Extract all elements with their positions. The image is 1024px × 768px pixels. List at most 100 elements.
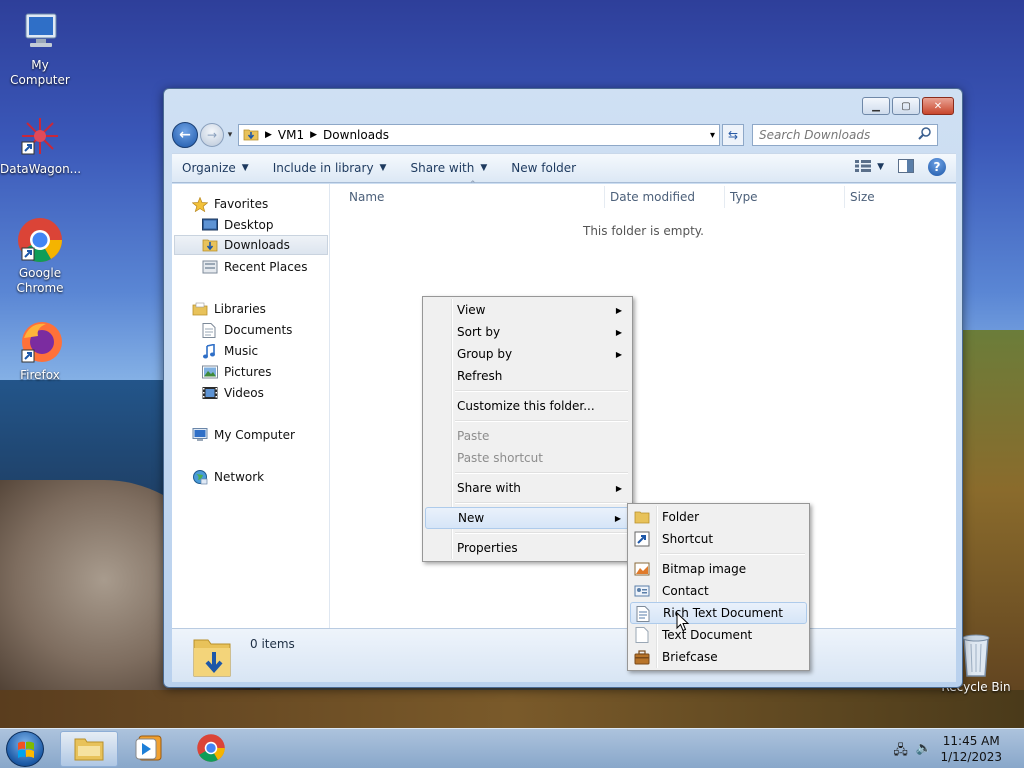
forward-button[interactable]: → [200,123,224,147]
nav-recent-places[interactable]: Recent Places [202,257,332,277]
menu-separator [425,529,630,537]
nav-downloads[interactable]: Downloads [174,235,328,255]
column-header-size[interactable]: Size [850,190,875,204]
nav-videos[interactable]: Videos [202,383,332,403]
menu-item-label: Sort by [457,325,501,339]
arrow-left-icon: ← [179,127,191,143]
libraries-icon [192,302,208,316]
menu-item-refresh[interactable]: Refresh [425,365,630,387]
recent-places-icon [202,260,218,274]
menu-item-customize-folder[interactable]: Customize this folder... [425,395,630,417]
chevron-down-icon: ▼ [877,162,884,172]
nav-label: Desktop [224,218,274,232]
new-folder-button[interactable]: New folder [511,161,576,175]
menu-item-label: Refresh [457,369,503,383]
nav-network[interactable]: Network [192,467,322,487]
clock-date: 1/12/2023 [940,750,1002,764]
start-button[interactable] [6,731,44,767]
firefox-icon [16,318,64,366]
star-icon [191,196,209,213]
desktop-icon [202,218,218,232]
new-item-folder[interactable]: Folder [630,506,807,528]
rich-text-document-icon [635,606,651,622]
new-folder-label: New folder [511,161,577,175]
menu-item-label: Bitmap image [662,562,747,576]
taskbar-media-player-button[interactable] [120,731,178,767]
breadcrumb-vm1[interactable]: VM1 [278,128,304,142]
breadcrumb-downloads[interactable]: Downloads [323,128,389,142]
new-item-rich-text[interactable]: Rich Text Document [630,602,807,624]
breadcrumb-separator: ▶ [265,130,272,140]
menu-item-sort-by[interactable]: Sort by ▶ [425,321,630,343]
command-bar: Organize ▼ Include in library ▼ Share with… [172,153,956,183]
new-item-bitmap[interactable]: Bitmap image [630,558,807,580]
desktop-icon-datawagon[interactable]: DataWagon... [0,112,82,177]
back-button[interactable]: ← [172,122,198,148]
nav-libraries[interactable]: Libraries [192,299,322,319]
menu-item-paste: Paste [425,425,630,447]
preview-pane-button[interactable] [898,158,914,176]
refresh-icon: ⇆ [727,128,739,142]
address-dropdown-icon[interactable]: ▾ [710,130,715,141]
nav-music[interactable]: Music [202,341,332,361]
help-icon[interactable]: ? [928,158,946,176]
close-button[interactable]: ✕ [922,97,954,115]
share-with-button[interactable]: Share with ▼ [410,161,487,175]
menu-separator [630,550,807,558]
nav-desktop[interactable]: Desktop [202,215,332,235]
address-bar[interactable]: ▶ VM1 ▶ Downloads ▾ [238,124,720,146]
column-header-name[interactable]: Name [349,190,384,204]
new-item-briefcase[interactable]: Briefcase [630,646,807,668]
clock[interactable]: 11:45 AM 1/12/2023 [940,733,1002,765]
nav-label: Libraries [214,302,266,316]
column-divider[interactable] [844,186,845,208]
desktop-icon-label: Google Chrome [16,266,64,295]
menu-item-view[interactable]: View ▶ [425,299,630,321]
nav-favorites[interactable]: Favorites [191,194,322,214]
nav-pictures[interactable]: Pictures [202,362,332,382]
submenu-arrow-icon: ▶ [615,483,622,493]
recent-pages-dropdown[interactable]: ▾ [224,130,236,140]
nav-label: Videos [224,386,264,400]
computer-icon [16,8,64,56]
include-in-library-button[interactable]: Include in library ▼ [273,161,387,175]
desktop-icon-label: DataWagon... [0,162,82,176]
desktop-icon-google-chrome[interactable]: Google Chrome [0,216,80,296]
taskbar-explorer-button[interactable] [60,731,118,767]
new-submenu: Folder Shortcut Bitmap image Contact Ric… [627,503,810,671]
folder-download-icon [243,126,259,145]
desktop-icon-my-computer[interactable]: My Computer [0,8,80,88]
change-view-button[interactable]: ▼ [855,159,884,175]
menu-item-group-by[interactable]: Group by ▶ [425,343,630,365]
column-header-type[interactable]: Type [730,190,758,204]
sort-indicator-icon: ⌃ [469,180,477,190]
column-divider[interactable] [724,186,725,208]
view-list-icon [855,159,872,175]
new-item-contact[interactable]: Contact [630,580,807,602]
menu-item-share-with[interactable]: Share with ▶ [425,477,630,499]
menu-item-label: Contact [662,584,709,598]
menu-item-new[interactable]: New ▶ [425,507,630,529]
network-status-icon[interactable]: 🖧 [893,741,908,763]
column-divider[interactable] [604,186,605,208]
nav-documents[interactable]: Documents [202,320,332,340]
submenu-arrow-icon: ▶ [615,349,622,359]
volume-icon[interactable]: 🔈 [916,741,932,763]
refresh-button[interactable]: ⇆ [722,124,744,146]
new-item-shortcut[interactable]: Shortcut [630,528,807,550]
taskbar-chrome-button[interactable] [182,731,240,767]
maximize-button[interactable]: ▢ [892,97,920,115]
desktop-icon-firefox[interactable]: Firefox [0,318,80,383]
organize-button[interactable]: Organize ▼ [182,161,249,175]
contact-icon [634,583,650,599]
context-menu: View ▶ Sort by ▶ Group by ▶ Refresh Customi… [422,296,633,562]
column-header-date-modified[interactable]: Date modified [610,190,695,204]
chevron-down-icon: ▼ [379,163,387,173]
search-input[interactable]: Search Downloads [752,124,938,146]
include-in-library-label: Include in library [272,161,374,175]
new-item-text-document[interactable]: Text Document [630,624,807,646]
minimize-button[interactable]: ▁ [862,97,890,115]
empty-folder-message: This folder is empty. [583,224,704,238]
menu-item-properties[interactable]: Properties [425,537,630,559]
nav-my-computer[interactable]: My Computer [192,425,322,445]
